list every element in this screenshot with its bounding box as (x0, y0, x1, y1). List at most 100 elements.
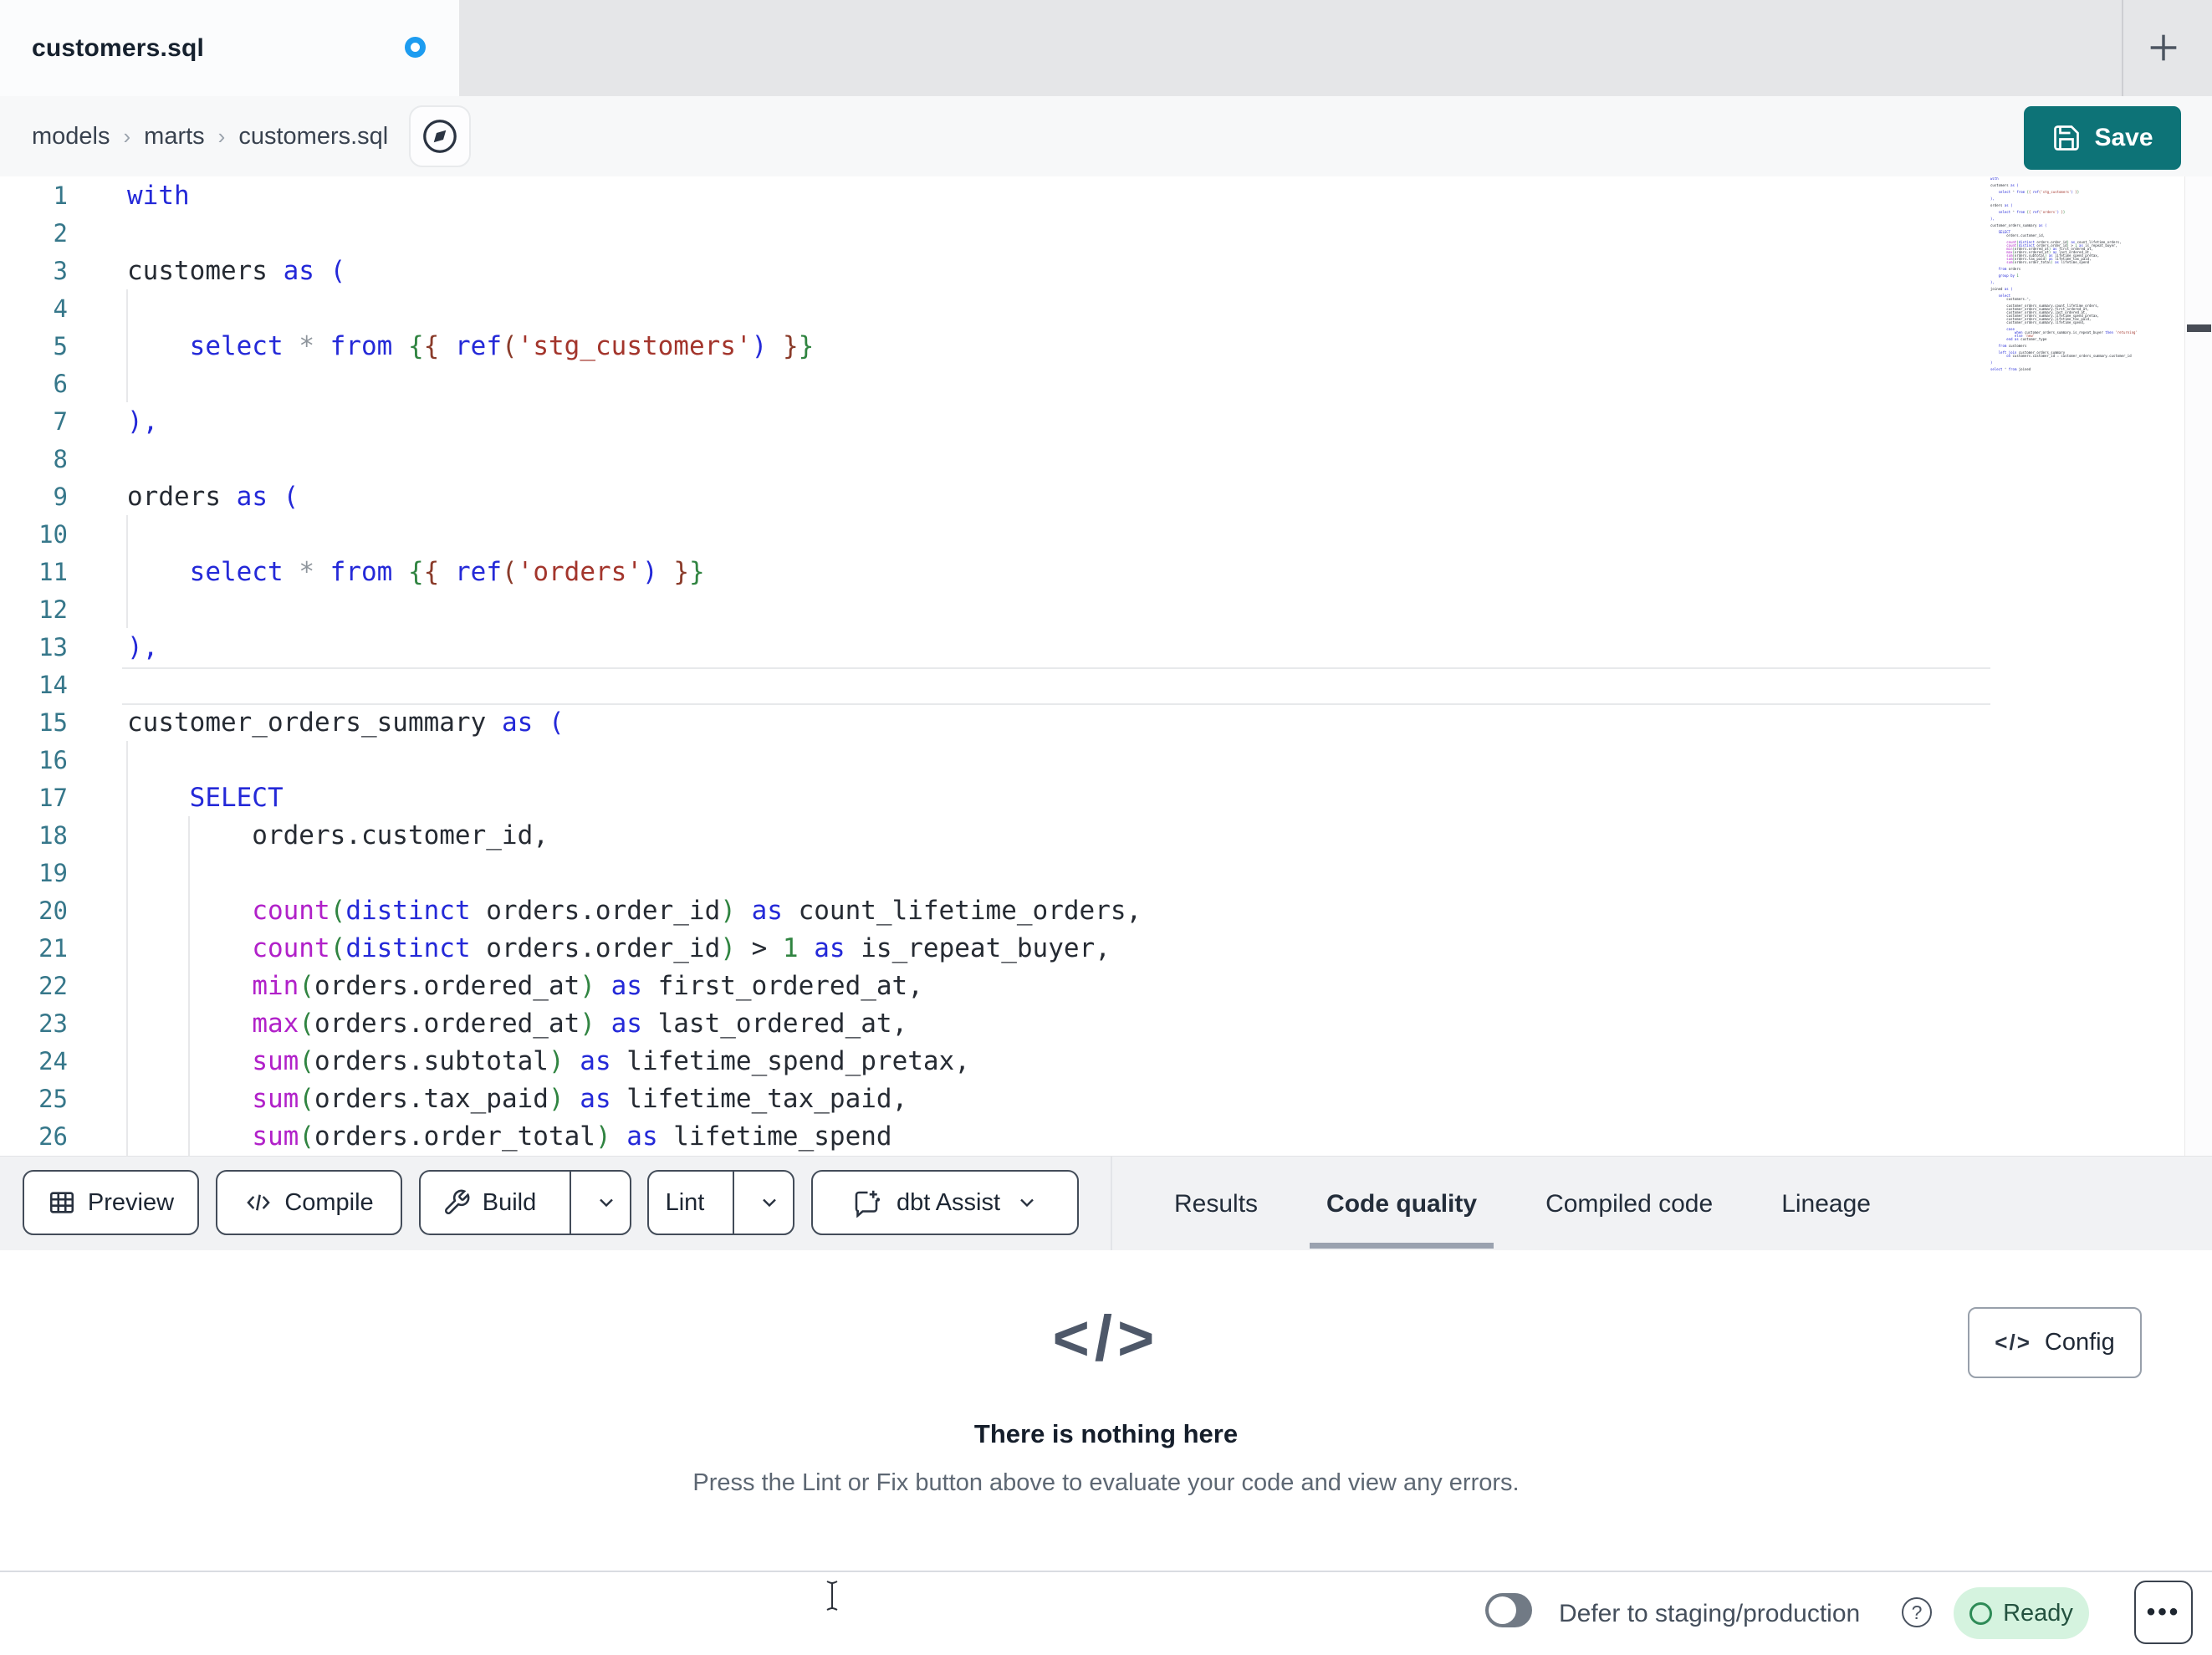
code-text: ), (127, 406, 159, 437)
code-line[interactable]: 23 max(orders.ordered_at) as last_ordere… (0, 1004, 2212, 1042)
save-button[interactable]: Save (2024, 106, 2181, 170)
code-line[interactable]: 9 orders as ( (0, 478, 2212, 515)
split-divider (733, 1172, 734, 1234)
panel-tab-results[interactable]: Results (1157, 1157, 1275, 1251)
line-number: 12 (38, 595, 68, 624)
code-line[interactable]: 16 (0, 741, 2212, 779)
config-button[interactable]: </> Config (1968, 1307, 2142, 1378)
text-cursor-pointer (824, 1579, 840, 1612)
file-tab-customers-sql[interactable]: customers.sql (0, 0, 459, 96)
new-tab-button[interactable] (2138, 22, 2189, 74)
line-number: 24 (38, 1046, 68, 1075)
preview-button[interactable]: Preview (23, 1170, 199, 1235)
chevron-down-icon (763, 1198, 776, 1208)
line-number: 14 (38, 670, 68, 699)
save-label: Save (2094, 124, 2153, 151)
line-number: 26 (38, 1121, 68, 1151)
scrollbar-thumb[interactable] (2187, 324, 2211, 332)
code-line[interactable]: 3 customers as ( (0, 252, 2212, 289)
code-line[interactable]: 4 (0, 289, 2212, 327)
code-text: ), (127, 631, 159, 662)
line-number: 15 (38, 707, 68, 737)
code-line[interactable]: 13), (0, 628, 2212, 666)
chevron-down-icon (600, 1198, 613, 1208)
code-icon (247, 1194, 271, 1211)
dbt-assist-button[interactable]: dbt Assist (811, 1170, 1079, 1235)
build-dropdown-button[interactable] (583, 1172, 630, 1234)
minimap-line: select * from joined (1990, 367, 2031, 371)
line-number: 23 (38, 1009, 68, 1038)
code-text: sum(orders.tax_paid) as lifetime_tax_pai… (252, 1083, 908, 1114)
code-line[interactable]: 24 sum(orders.subtotal) as lifetime_spen… (0, 1042, 2212, 1080)
code-line[interactable]: 12 (0, 590, 2212, 628)
code-line[interactable]: 22 min(orders.ordered_at) as first_order… (0, 967, 2212, 1004)
editor-minimap[interactable]: with customers as ( select * from {{ ref(… (1990, 177, 2183, 554)
toggle-knob (1489, 1596, 1516, 1624)
build-label: Build (482, 1188, 537, 1216)
config-label: Config (2044, 1329, 2115, 1356)
code-line[interactable]: 8 (0, 440, 2212, 478)
split-divider (570, 1172, 571, 1234)
line-number: 4 (53, 294, 68, 323)
code-lines: 1 with 2 3 customers as ( 4 5 select * from {{… (0, 176, 2212, 1155)
line-number: 17 (38, 783, 68, 812)
save-icon (2054, 125, 2080, 151)
line-number: 5 (53, 331, 68, 360)
code-editor[interactable]: 1 with 2 3 customers as ( 4 5 select * from {{… (0, 176, 2212, 1156)
code-text: orders as ( (127, 481, 299, 512)
code-line[interactable]: 2 (0, 214, 2212, 252)
line-number: 18 (38, 820, 68, 850)
lint-dropdown-button[interactable] (746, 1172, 793, 1234)
line-number: 19 (38, 858, 68, 887)
code-line[interactable]: 20 count(distinct orders.order_id) as co… (0, 891, 2212, 929)
build-button[interactable]: Build (421, 1172, 558, 1234)
code-line[interactable]: 11 select * from {{ ref('orders') }} (0, 553, 2212, 590)
breadcrumb: models › marts › customers.sql (32, 96, 388, 176)
code-line[interactable]: 18 orders.customer_id, (0, 816, 2212, 854)
compile-label: Compile (284, 1188, 374, 1216)
code-line[interactable]: 15 customer_orders_summary as ( (0, 703, 2212, 741)
line-number: 25 (38, 1084, 68, 1113)
code-line[interactable]: 1 with (0, 176, 2212, 214)
code-line[interactable]: 10 (0, 515, 2212, 553)
panel-tab-lineage[interactable]: Lineage (1765, 1157, 1888, 1251)
help-icon[interactable]: ? (1902, 1597, 1932, 1627)
breadcrumb-separator: › (217, 123, 226, 149)
code-line[interactable]: 6 (0, 365, 2212, 402)
code-line[interactable]: 14 (0, 666, 2212, 703)
line-number: 3 (53, 256, 68, 285)
results-panel: </> There is nothing here Press the Lint… (0, 1250, 2212, 1571)
breadcrumb-item: customers.sql (238, 122, 389, 150)
more-options-button[interactable]: ••• (2134, 1581, 2193, 1644)
dbt-assist-label: dbt Assist (896, 1188, 1001, 1216)
code-line[interactable]: 7), (0, 402, 2212, 440)
toolbar-divider (1111, 1157, 1112, 1251)
defer-toggle[interactable] (1485, 1593, 1532, 1627)
code-text: orders.customer_id, (127, 820, 549, 850)
code-line[interactable]: 26 sum(orders.order_total) as lifetime_s… (0, 1117, 2212, 1155)
code-brackets-icon: </> (1052, 1303, 1160, 1374)
ready-label: Ready (2003, 1599, 2073, 1627)
empty-state-title: There is nothing here (973, 1419, 1239, 1448)
file-navigate-button[interactable] (409, 105, 471, 167)
code-text: count(distinct orders.order_id) as count… (252, 895, 1142, 926)
code-line[interactable]: 25 sum(orders.tax_paid) as lifetime_tax_… (0, 1080, 2212, 1117)
line-number: 20 (38, 896, 68, 925)
lint-button[interactable]: Lint (649, 1172, 721, 1234)
code-line[interactable]: 17 SELECT (0, 779, 2212, 816)
compile-button[interactable]: Compile (216, 1170, 402, 1235)
ready-circle-icon (1969, 1601, 1993, 1625)
breadcrumb-bar: models › marts › customers.sql Save (0, 96, 2212, 176)
panel-tab-compiled-code[interactable]: Compiled code (1529, 1157, 1729, 1251)
unsaved-changes-indicator (405, 37, 426, 58)
status-badge[interactable]: Ready (1954, 1587, 2089, 1639)
build-split-button: Build (419, 1170, 631, 1235)
breadcrumb-separator: › (123, 123, 131, 149)
code-line[interactable]: 19 (0, 854, 2212, 891)
code-line[interactable]: 5 select * from {{ ref('stg_customers') … (0, 327, 2212, 365)
code-line[interactable]: 21 count(distinct orders.order_id) > 1 a… (0, 929, 2212, 967)
panel-tab-code-quality[interactable]: Code quality (1310, 1157, 1494, 1251)
line-number: 1 (53, 181, 68, 210)
editor-scrollbar[interactable] (2184, 176, 2212, 1156)
code-text: sum(orders.subtotal) as lifetime_spend_p… (252, 1045, 970, 1076)
